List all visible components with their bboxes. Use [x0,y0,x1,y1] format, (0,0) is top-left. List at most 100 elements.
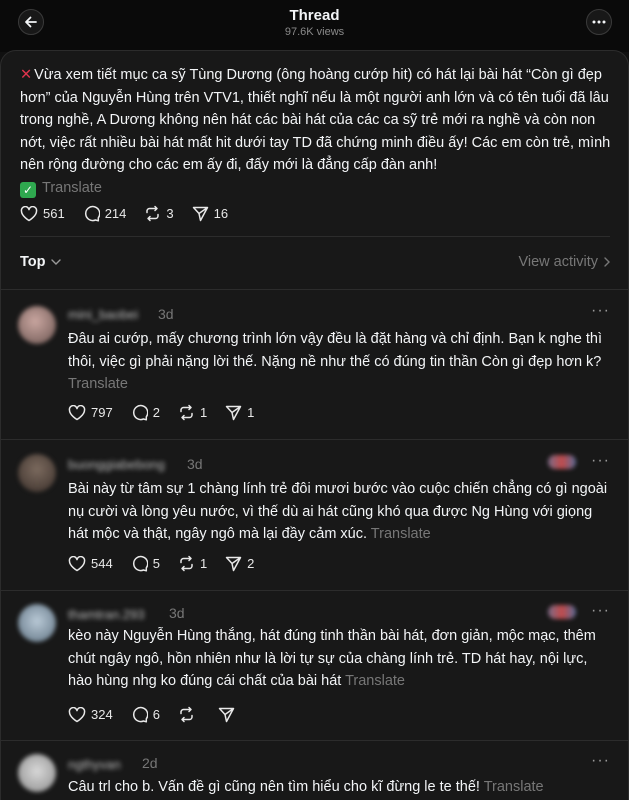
comment-actions: 544 5 1 2 [68,555,272,572]
reply-button[interactable]: 214 [83,205,127,222]
reply-avatars [548,455,576,469]
avatar[interactable] [18,754,56,792]
repost-icon [146,205,160,222]
repost-count: 3 [166,206,174,221]
heart-icon [68,706,86,722]
comment-icon [132,555,148,572]
like-button[interactable]: 561 [20,205,65,222]
translate-link[interactable]: Translate [345,673,405,689]
sort-bar: Top View activity [20,254,610,274]
repost-button[interactable]: 1 [178,555,207,572]
view-activity-link[interactable]: View activity [518,254,610,270]
comment-time: 3d [187,456,203,472]
comment-time: 2d [142,755,158,771]
like-button[interactable]: 324 [68,706,113,723]
check-mark-icon: ✓ [20,181,36,198]
share-button[interactable] [218,706,240,723]
cross-mark-icon: ✕ [20,67,33,83]
divider [0,590,629,591]
divider [0,740,629,741]
comment-more-button[interactable]: ··· [591,452,610,470]
reply-count: 6 [152,707,160,722]
comment-icon [132,706,148,723]
divider [0,439,629,440]
comment-username[interactable]: thamtran.293 [68,607,145,622]
comment-body: Bài này từ tâm sự 1 chàng lính trẻ đôi m… [68,478,613,546]
heart-icon [20,205,38,221]
chevron-down-icon [50,259,61,265]
comment-icon [132,404,148,421]
comment-body: Đâu ai cướp, mấy chương trình lớn vậy đề… [68,328,613,396]
comment-username[interactable]: buonggiabebong [68,457,165,472]
share-button[interactable]: 1 [225,404,254,421]
view-count: 97.6K views [284,26,345,38]
comment-text: Câu trl cho b. Vấn đề gì cũng nên tìm hi… [68,779,480,795]
sort-dropdown[interactable]: Top [20,254,61,270]
comment-username[interactable]: mini_baobei [68,307,138,322]
reply-button[interactable]: 2 [131,404,160,421]
send-icon [218,707,235,723]
translate-link[interactable]: Translate [42,180,102,196]
share-count: 1 [247,405,255,420]
comment-body: Câu trl cho b. Vấn đề gì cũng nên tìm hi… [68,776,613,799]
translate-link[interactable]: Translate [68,376,128,392]
heart-icon [68,404,86,420]
comment-actions: 324 6 [68,706,258,723]
comment-more-button[interactable]: ··· [591,752,610,770]
comment-body: kèo này Nguyễn Hùng thắng, hát đúng tinh… [68,625,613,693]
comment-text: kèo này Nguyễn Hùng thắng, hát đúng tinh… [68,628,596,689]
send-icon [192,206,208,222]
reply-count: 5 [152,556,160,571]
comment-username[interactable]: ngthyvan [68,757,121,772]
heart-icon [68,555,86,571]
share-button[interactable]: 16 [192,205,228,222]
like-count: 797 [91,405,113,420]
view-activity-label: View activity [518,254,598,270]
repost-icon [180,706,193,723]
share-count: 16 [213,206,229,221]
comment-time: 3d [158,306,174,322]
divider [20,236,610,237]
repost-button[interactable] [178,706,200,723]
avatar[interactable] [18,454,56,492]
more-options-button[interactable] [586,9,612,35]
avatar[interactable] [18,604,56,642]
like-button[interactable]: 544 [68,555,113,572]
top-bar: Thread 97.6K views [0,0,629,52]
send-icon [225,405,242,421]
post-actions: 561 214 3 16 [20,205,246,222]
like-count: 324 [91,707,113,722]
reply-button[interactable]: 6 [131,706,160,723]
share-button[interactable]: 2 [225,555,254,572]
comment-icon [84,205,100,222]
reply-count: 2 [152,405,160,420]
comment-more-button[interactable]: ··· [591,302,610,320]
like-button[interactable]: 797 [68,404,113,421]
repost-button[interactable]: 1 [178,404,207,421]
repost-icon [180,555,193,572]
comment-time: 3d [169,605,185,621]
comment-actions: 797 2 1 1 [68,404,272,421]
comment-text: Đâu ai cướp, mấy chương trình lớn vậy đề… [68,331,602,370]
translate-link[interactable]: Translate [371,526,431,542]
reply-count: 214 [104,206,127,221]
like-count: 544 [91,556,113,571]
comment-more-button[interactable]: ··· [591,602,610,620]
sort-label: Top [20,254,46,270]
reply-avatars [548,605,576,619]
ellipsis-icon [592,20,606,24]
repost-count: 1 [199,556,208,571]
reply-button[interactable]: 5 [131,555,160,572]
post-text: Vừa xem tiết mục ca sỹ Tùng Dương (ông h… [20,67,611,173]
repost-button[interactable]: 3 [144,205,174,222]
send-icon [225,556,242,572]
repost-icon [180,404,193,421]
avatar[interactable] [18,306,56,344]
chevron-right-icon [604,257,610,267]
comment-text: Bài này từ tâm sự 1 chàng lính trẻ đôi m… [68,481,608,542]
share-count: 2 [247,556,255,571]
divider [0,289,629,290]
like-count: 561 [43,206,65,221]
translate-link[interactable]: Translate [484,779,544,795]
page-title: Thread [289,7,340,24]
